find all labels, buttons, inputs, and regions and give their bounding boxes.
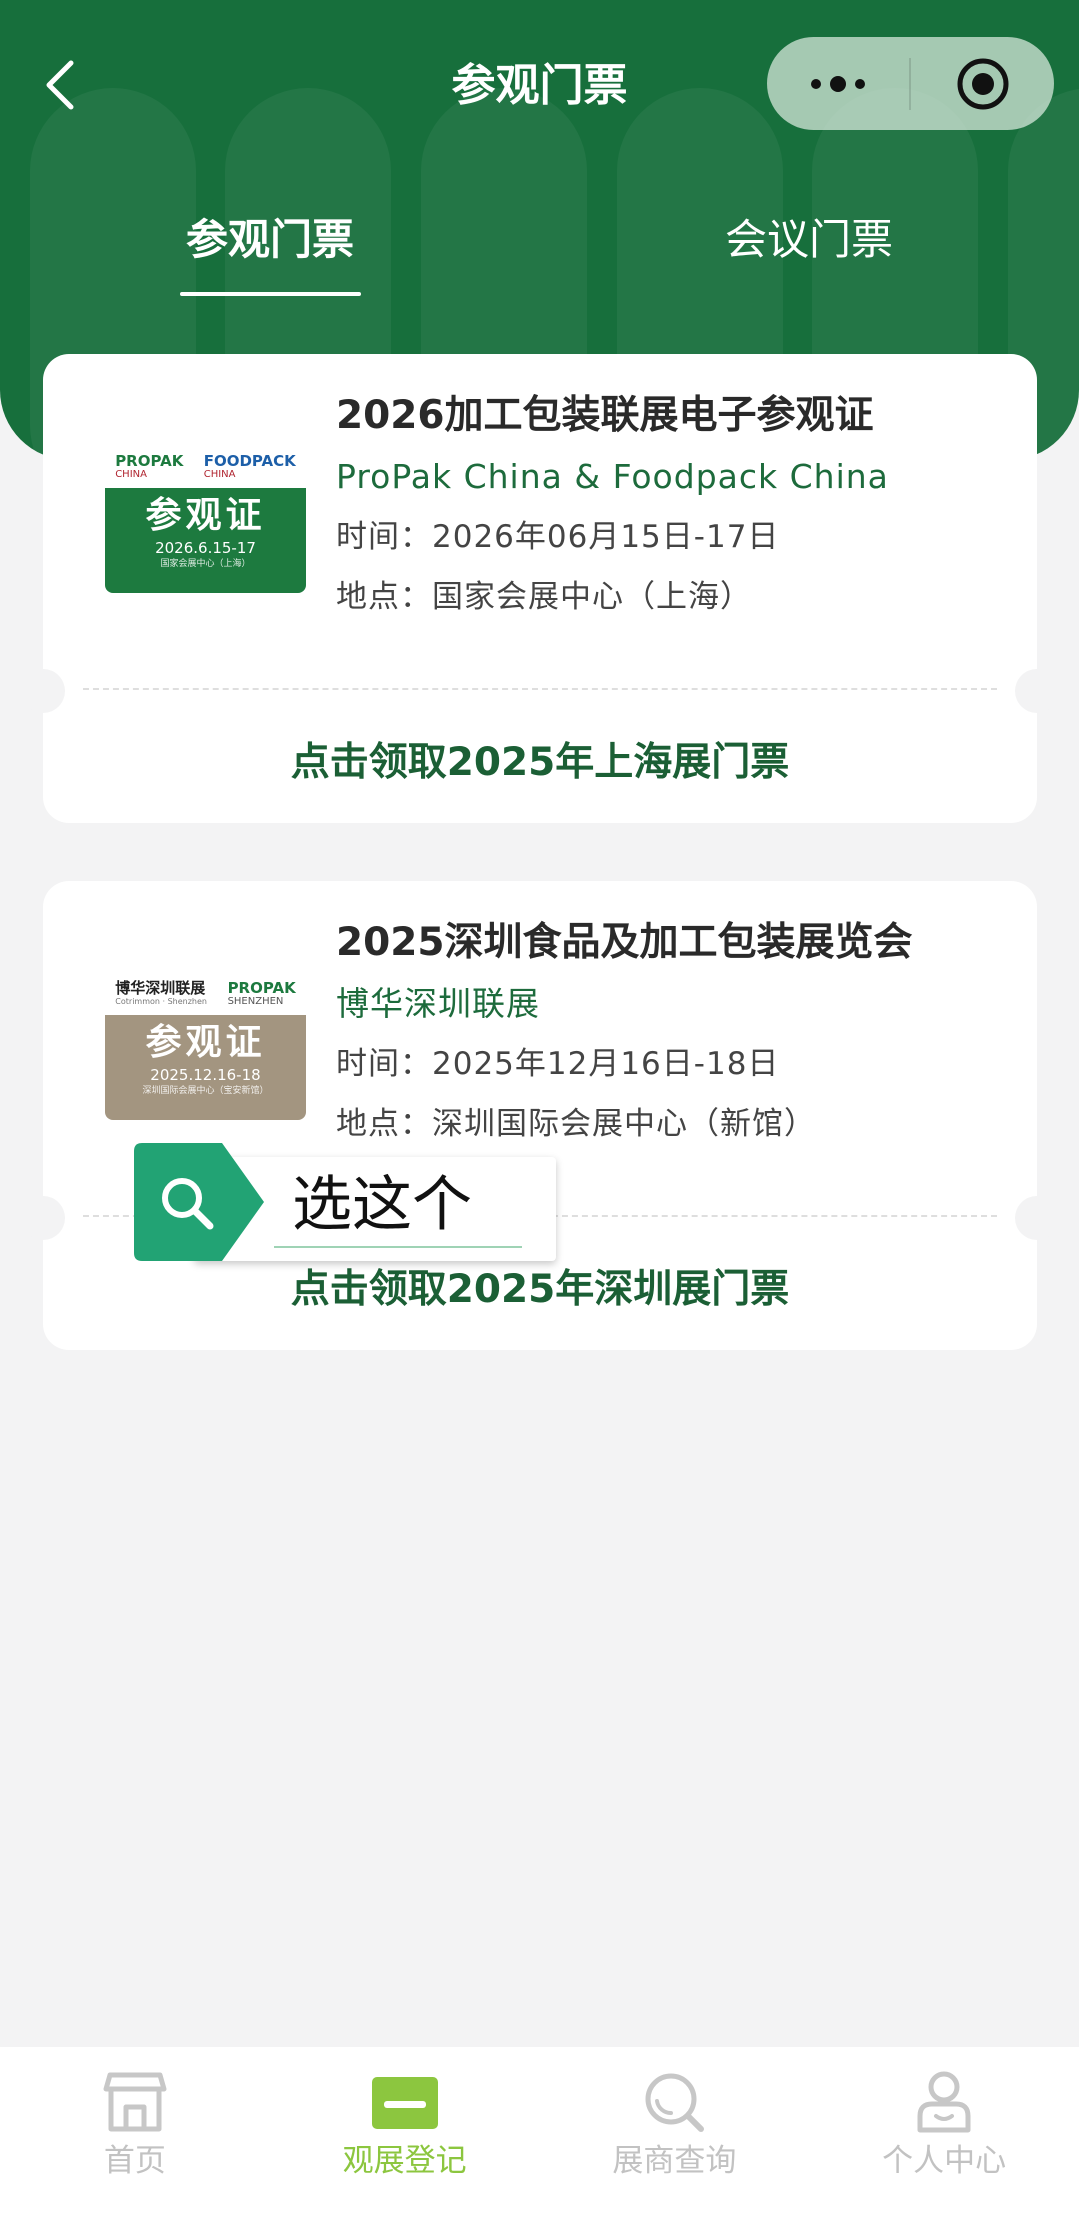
ticket-thumbnail: 博华深圳联展 Cotrimmon · Shenzhen PROPAK SHENZHE… [105, 977, 306, 1120]
more-dots-icon [811, 75, 865, 92]
card-divider [83, 688, 997, 690]
search-hint-label: 选这个 [292, 1170, 472, 1240]
nav-label: 首页 [103, 2143, 166, 2179]
thumbnail-date: 2025.12.16-18 [150, 1066, 261, 1084]
brand-right-sub: SHENZHEN [227, 996, 284, 1007]
thumbnail-brands: PROPAK CHINA FOODPACK CHINA [105, 450, 306, 488]
more-button[interactable] [767, 37, 909, 130]
brand-left-sub: Cotrimmon · Shenzhen [115, 997, 207, 1006]
ticket-location: 地点：国家会展中心（上海） [336, 579, 752, 615]
card-notch [21, 1196, 65, 1240]
search-hint-underline [274, 1246, 522, 1248]
nav-item-personal-center[interactable]: 个人中心 [809, 2047, 1079, 2219]
miniprogram-capsule [767, 37, 1054, 130]
brand-right: PROPAK [227, 979, 296, 997]
nav-label: 观展登记 [342, 2143, 467, 2179]
user-icon [909, 2069, 979, 2135]
ticket-card[interactable]: 博华深圳联展 Cotrimmon · Shenzhen PROPAK SHENZHE… [21, 881, 1059, 1350]
ticket-title: 2025深圳食品及加工包装展览会 [336, 920, 913, 965]
nav-item-exhibitor-search[interactable]: 展商查询 [540, 2047, 810, 2219]
brand-left-sub: CHINA [115, 469, 147, 480]
card-notch [21, 669, 65, 713]
tab-conference-ticket[interactable]: 会议门票 [689, 205, 929, 285]
tab-active-indicator [180, 292, 361, 296]
ticket-time: 时间：2026年06月15日-17日 [336, 519, 780, 555]
thumbnail-title: 参观证 [145, 495, 266, 536]
brand-left: 博华深圳联展 [115, 979, 206, 997]
search-hint-overlay[interactable]: 选这个 [134, 1143, 556, 1261]
thumbnail-title: 参观证 [145, 1022, 266, 1063]
ticket-icon [370, 2069, 440, 2135]
claim-ticket-button[interactable]: 点击领取2025年深圳展门票 [43, 1262, 1037, 1318]
brand-right-sub: CHINA [203, 469, 236, 480]
search-icon [639, 2069, 709, 2135]
nav-label: 个人中心 [882, 2143, 1007, 2179]
brand-right: FOODPACK [203, 452, 296, 470]
store-icon [100, 2069, 170, 2135]
target-icon [957, 58, 1008, 109]
claim-ticket-button[interactable]: 点击领取2025年上海展门票 [43, 735, 1037, 791]
ticket-card[interactable]: PROPAK CHINA FOODPACK CHINA 参观证 2026.6.15-… [21, 354, 1059, 823]
nav-item-home[interactable]: 首页 [0, 2047, 270, 2219]
nav-item-visit-registration[interactable]: 观展登记 [270, 2047, 540, 2219]
brand-left: PROPAK [115, 452, 184, 470]
thumbnail-venue: 深圳国际会展中心（宝安新馆） [142, 1086, 269, 1096]
thumbnail-body: 参观证 2025.12.16-18 深圳国际会展中心（宝安新馆） [105, 1015, 306, 1120]
bottom-navigation: 首页 观展登记 展商查询 个人中心 [0, 2047, 1079, 2219]
ticket-subtitle: 博华深圳联展 [336, 984, 540, 1023]
thumbnail-body: 参观证 2026.6.15-17 国家会展中心（上海） [105, 488, 306, 593]
thumbnail-venue: 国家会展中心（上海） [160, 559, 251, 569]
search-tag[interactable] [134, 1143, 264, 1261]
thumbnail-brands: 博华深圳联展 Cotrimmon · Shenzhen PROPAK SHENZHE… [105, 977, 306, 1015]
ticket-thumbnail: PROPAK CHINA FOODPACK CHINA 参观证 2026.6.15-… [105, 450, 306, 593]
ticket-title: 2026加工包装联展电子参观证 [336, 393, 874, 438]
thumbnail-date: 2026.6.15-17 [155, 539, 256, 557]
card-notch [1015, 669, 1059, 713]
tab-visit-ticket[interactable]: 参观门票 [150, 205, 390, 285]
ticket-subtitle: ProPak China & Foodpack China [336, 457, 889, 496]
close-button[interactable] [911, 37, 1054, 130]
ticket-location: 地点：深圳国际会展中心（新馆） [336, 1106, 816, 1142]
card-notch [1015, 1196, 1059, 1240]
nav-label: 展商查询 [612, 2143, 737, 2179]
ticket-time: 时间：2025年12月16日-18日 [336, 1046, 780, 1082]
